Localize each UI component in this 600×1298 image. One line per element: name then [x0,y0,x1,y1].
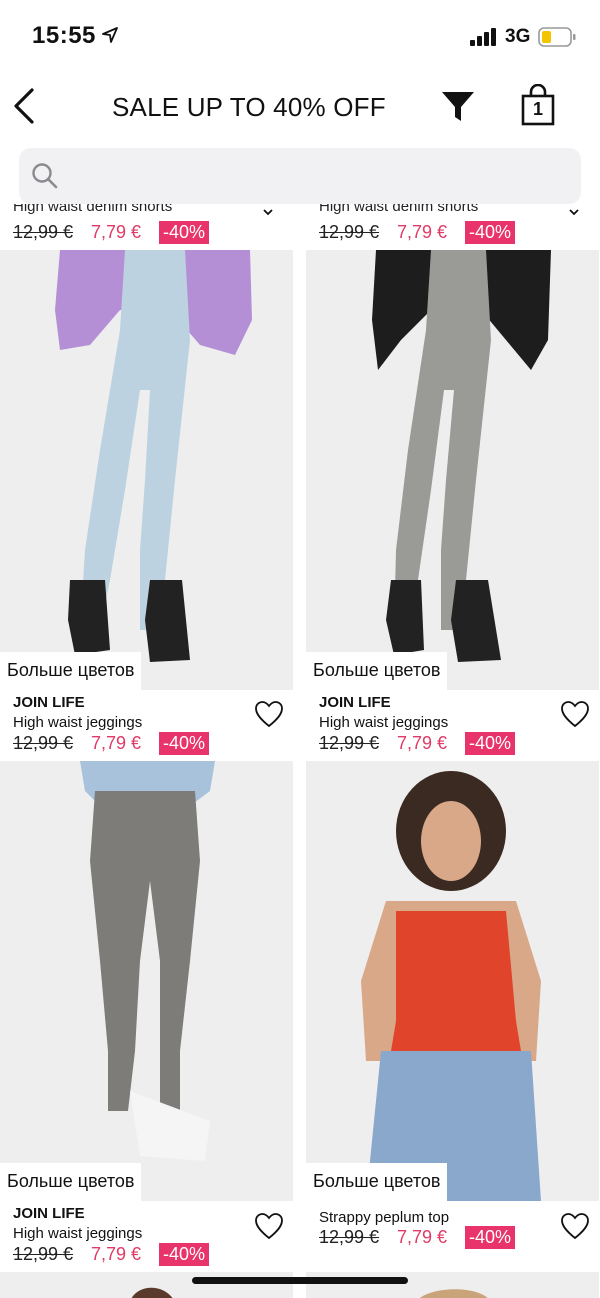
product-image[interactable]: Больше цветов [306,761,599,1201]
more-colors-label[interactable]: Больше цветов [0,1163,142,1201]
more-colors-label[interactable]: Больше цветов [0,652,142,690]
filter-icon[interactable] [440,88,476,124]
heart-icon[interactable] [560,700,590,728]
price-row: 12,99 € 7,79 € -40% [319,1226,599,1251]
old-price: 12,99 € [13,222,74,242]
more-colors-label[interactable]: Больше цветов [306,1163,448,1201]
sale-price: 7,79 € [397,733,448,753]
product-brand: JOIN LIFE [319,694,391,711]
price-row: 12,99 € 7,79 € -40% [13,1243,293,1268]
bag-count-badge: 1 [532,99,543,119]
old-price: 12,99 € [319,1227,380,1247]
search-bar[interactable] [19,148,581,204]
product-photo-partial [306,1272,599,1298]
product-brand: JOIN LIFE [13,694,85,711]
old-price: 12,99 € [13,1244,74,1264]
price-row: 12,99 € 7,79 € -40% [319,732,599,757]
product-grid: High waist denim shorts 12,99 € 7,79 € -… [0,204,600,1298]
product-photo-jeggings-grey [306,250,599,690]
discount-badge: -40% [465,1226,516,1249]
heart-icon[interactable] [254,1212,284,1240]
chevron-down-icon [263,209,273,216]
old-price: 12,99 € [319,733,380,753]
product-name[interactable]: Strappy peplum top [319,1209,449,1226]
discount-badge: -40% [159,732,210,755]
product-name[interactable]: High waist jeggings [319,714,448,731]
product-brand: JOIN LIFE [13,1205,85,1222]
price-row: 12,99 € 7,79 € -40% [319,221,599,246]
product-photo-jeggings-light [0,250,293,690]
nav-bar: SALE UP TO 40% OFF 1 [0,72,600,142]
page-title: SALE UP TO 40% OFF [112,92,386,122]
heart-icon[interactable] [254,700,284,728]
discount-badge: -40% [159,1243,210,1266]
product-name[interactable]: High waist jeggings [13,714,142,731]
product-image[interactable]: Больше цветов [0,761,293,1201]
location-arrow-icon [102,27,118,43]
price-row: 12,99 € 7,79 € -40% [13,732,293,757]
search-input[interactable] [69,156,559,196]
sale-price: 7,79 € [91,1244,142,1264]
network-type: 3G [505,26,531,47]
back-icon[interactable] [10,86,40,126]
old-price: 12,99 € [319,222,380,242]
product-name: High waist denim shorts [319,204,479,215]
home-indicator [192,1277,408,1284]
price-row: 12,99 € 7,79 € -40% [13,221,293,246]
status-bar: 15:55 3G [0,0,600,72]
discount-badge: -40% [159,221,210,244]
discount-badge: -40% [465,221,516,244]
old-price: 12,99 € [13,733,74,753]
signal-icon [470,28,496,46]
sale-price: 7,79 € [91,733,142,753]
discount-badge: -40% [465,732,516,755]
battery-icon [538,27,576,47]
product-name: High waist denim shorts [13,204,173,215]
product-image[interactable]: Больше цветов [306,250,599,690]
status-time: 15:55 [32,22,96,49]
product-name[interactable]: High waist jeggings [13,1225,142,1242]
product-photo-jeggings-check [0,761,293,1201]
chevron-down-icon [569,209,579,216]
sale-price: 7,79 € [397,1227,448,1247]
sale-price: 7,79 € [397,222,448,242]
product-image[interactable] [0,1272,293,1298]
more-colors-label[interactable]: Больше цветов [306,652,448,690]
search-icon [32,163,58,189]
product-photo-partial [0,1272,293,1298]
product-photo-peplum-top [306,761,599,1201]
product-image[interactable]: Больше цветов [0,250,293,690]
product-image[interactable] [306,1272,599,1298]
sale-price: 7,79 € [91,222,142,242]
